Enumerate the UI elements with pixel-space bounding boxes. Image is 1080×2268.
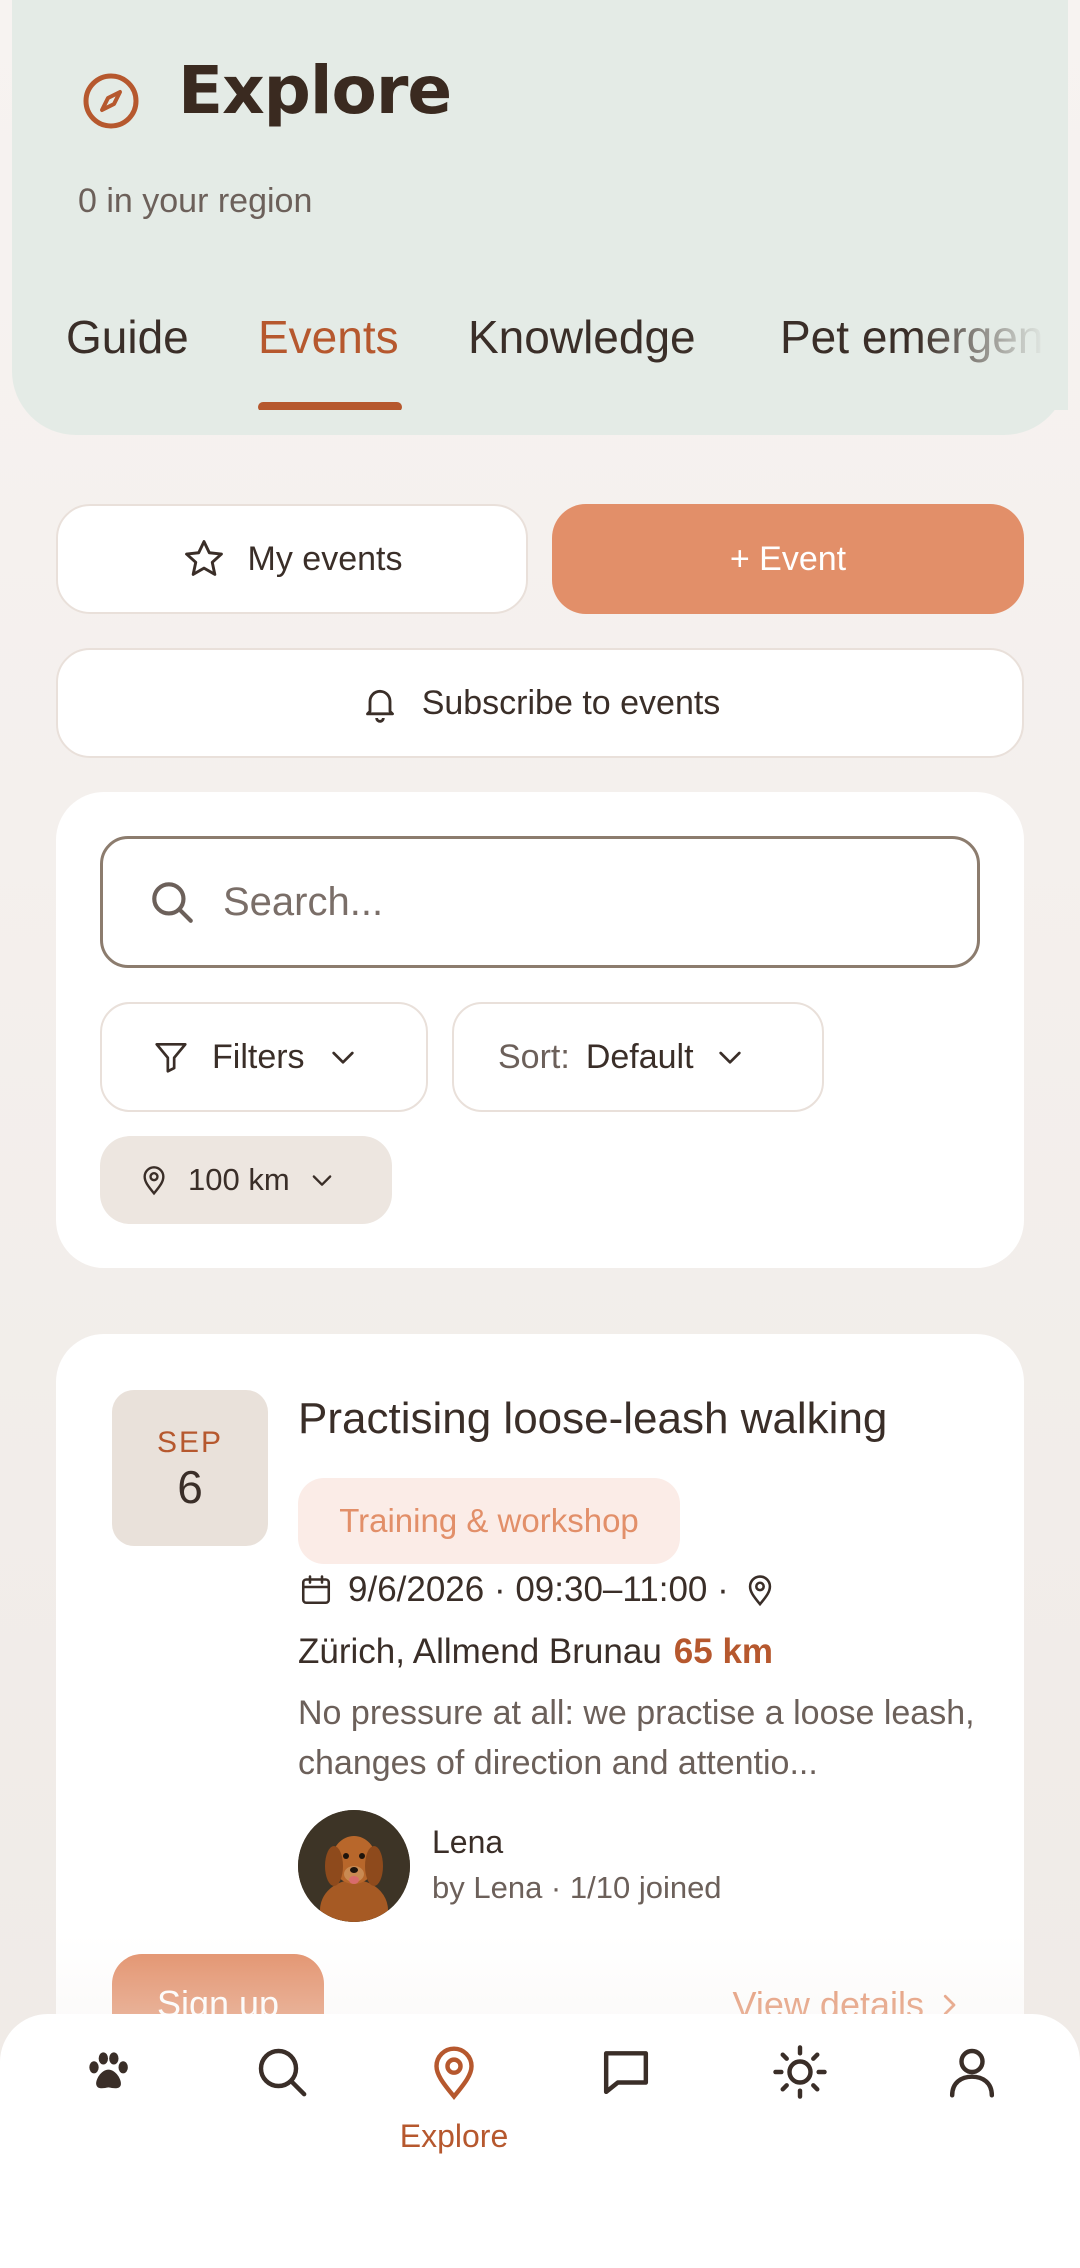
event-location-row: Zürich, Allmend Brunau 65 km: [298, 1632, 773, 1672]
event-datetime: 9/6/2026 · 09:30–11:00 ·: [348, 1570, 729, 1609]
subscribe-label: Subscribe to events: [421, 683, 721, 722]
chevron-down-icon: [331, 1051, 354, 1064]
nav-messages[interactable]: [566, 2044, 686, 2184]
calendar-icon: [301, 1575, 331, 1605]
map-pin-icon: [434, 2046, 474, 2100]
event-location: Zürich, Allmend Brunau: [298, 1632, 662, 1671]
nav-profile[interactable]: [912, 2044, 1032, 2184]
event-description: No pressure at all: we practise a loose …: [298, 1694, 975, 1782]
filter-card: Filters Sort: Default 100 km: [56, 792, 1024, 1268]
bell-icon: [365, 689, 394, 723]
star-icon: [184, 540, 223, 576]
event-card[interactable]: SEP 6 Practising loose-leash walking Tra…: [56, 1334, 1024, 2094]
page: Explore 0 in your region Guide Events Kn…: [0, 0, 1080, 2268]
paw-icon: [89, 2052, 128, 2089]
organizer-meta: by Lena · 1/10 joined: [432, 1870, 722, 1905]
region-count: 0 in your region: [78, 182, 313, 220]
event-month: SEP: [156, 1426, 224, 1459]
compass-icon: [83, 73, 139, 129]
sort-dropdown[interactable]: Sort: Default: [452, 1002, 824, 1112]
organizer-name: Lena: [432, 1824, 504, 1860]
event-distance: 65 km: [673, 1632, 774, 1671]
map-pin-icon: [748, 1575, 771, 1607]
my-events-label: My events: [247, 539, 403, 578]
nav-search[interactable]: [222, 2044, 342, 2184]
filters-label: Filters: [212, 1037, 305, 1076]
tab-events[interactable]: Events: [258, 310, 399, 364]
map-pin-icon: [143, 1166, 165, 1196]
nav-explore-label: Explore: [399, 2118, 509, 2154]
nav-explore[interactable]: Explore: [394, 2044, 514, 2184]
search-input[interactable]: [223, 879, 923, 925]
tab-guide[interactable]: Guide: [66, 310, 189, 364]
radius-dropdown[interactable]: 100 km: [100, 1136, 392, 1224]
tab-bar: Guide Events Knowledge Pet emergency: [12, 310, 1068, 410]
nav-pets[interactable]: [48, 2044, 168, 2184]
sort-prefix: Sort:: [498, 1037, 570, 1076]
chat-icon: [603, 2051, 649, 2095]
subscribe-events-button[interactable]: Subscribe to events: [56, 648, 1024, 758]
sort-value: Default: [585, 1037, 694, 1076]
event-datetime-row: 9/6/2026 · 09:30–11:00 ·: [298, 1570, 777, 1610]
tab-fade: [918, 310, 1068, 410]
filters-dropdown[interactable]: Filters: [100, 1002, 428, 1112]
chevron-down-icon: [718, 1051, 741, 1064]
search-box: [100, 836, 980, 968]
filter-icon: [155, 1042, 187, 1073]
search-icon: [258, 2048, 307, 2097]
search-icon: [152, 882, 193, 923]
organizer-avatar: [298, 1810, 410, 1922]
sun-icon: [773, 2045, 827, 2099]
radius-value: 100 km: [188, 1162, 290, 1197]
dog-photo: [298, 1810, 410, 1922]
event-title: Practising loose-leash walking: [298, 1394, 888, 1443]
bottom-nav: Explore: [0, 2014, 1080, 2268]
active-tab-indicator: [258, 402, 402, 410]
header: Explore 0 in your region Guide Events Kn…: [12, 0, 1068, 435]
event-date-badge: SEP 6: [112, 1390, 268, 1546]
event-category-badge: Training & workshop: [298, 1478, 680, 1564]
my-events-button[interactable]: My events: [56, 504, 528, 614]
page-title: Explore: [178, 52, 452, 129]
chevron-down-icon: [312, 1175, 332, 1186]
user-icon: [949, 2048, 995, 2098]
event-day: 6: [177, 1461, 203, 1513]
add-event-button[interactable]: + Event: [552, 504, 1024, 614]
tab-knowledge[interactable]: Knowledge: [468, 310, 696, 364]
nav-weather[interactable]: [740, 2044, 860, 2184]
add-event-label: + Event: [729, 539, 847, 578]
